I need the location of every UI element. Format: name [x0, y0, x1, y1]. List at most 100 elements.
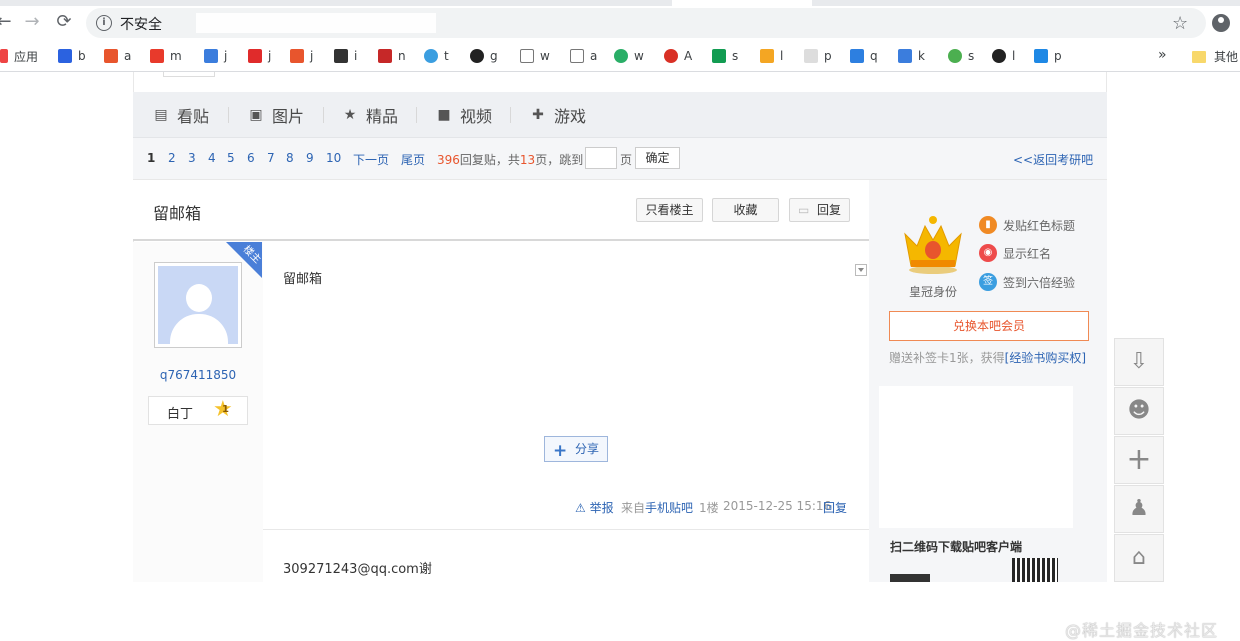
favorite-button[interactable]: 收藏	[712, 198, 779, 222]
bookmark-other-folder[interactable]: 其他	[1192, 48, 1238, 65]
next-page-link[interactable]: 下一页	[353, 151, 389, 168]
back-button[interactable]: ←	[0, 12, 14, 32]
post-source: 来自手机贴吧	[621, 501, 694, 515]
bookmark-item[interactable]: j	[204, 48, 227, 64]
page-link[interactable]: 6	[247, 151, 255, 165]
bookmark-item[interactable]: m	[150, 48, 182, 64]
bookmark-item[interactable]: j	[290, 48, 313, 64]
post-floor-1: q767411850 白丁 ★ 1 楼主 留邮箱 + 分享 ⚠ 举报 来自手机贴吧…	[133, 242, 869, 530]
bookmark-item[interactable]: s	[712, 48, 738, 64]
bookmark-item[interactable]: A	[664, 48, 692, 64]
p-icon	[804, 49, 818, 63]
user-icon[interactable]: ♟	[1114, 485, 1164, 533]
bookmark-item[interactable]: w	[614, 48, 644, 64]
bookmark-item[interactable]: i	[334, 48, 357, 64]
page-link[interactable]: 3	[188, 151, 196, 165]
page-jump-confirm-button[interactable]: 确定	[635, 147, 680, 169]
bookmark-item[interactable]: n	[378, 48, 406, 64]
bookmark-item[interactable]: l	[760, 48, 783, 64]
page-jump-input[interactable]	[585, 147, 617, 169]
qr-code-icon[interactable]	[1012, 558, 1058, 582]
page-content: ▤ 看贴 ▣ 图片 ★ 精品 ■ 视频 ✚ 游戏 1 2 3 4 5 6 7 8 9 10…	[0, 72, 1240, 640]
bookmark-item[interactable]: t	[424, 48, 449, 64]
info-icon[interactable]: i	[96, 15, 112, 31]
post-floor-2: 309271243@qq.com谢	[133, 530, 869, 582]
share-button[interactable]: + 分享	[544, 436, 608, 462]
bear-icon[interactable]: ☻	[1114, 387, 1164, 435]
bookmark-item[interactable]: w	[520, 48, 550, 64]
star-icon: ★	[343, 107, 357, 123]
ad-slot	[879, 386, 1073, 528]
perk-checkin: 签签到六倍经验	[979, 273, 1075, 291]
bookmarks-bar: 应用 b a m j j j i n t g w a w A s l p q k…	[0, 40, 1240, 72]
page-link[interactable]: 10	[326, 151, 341, 165]
page-1: 1	[147, 151, 156, 165]
bookmark-item[interactable]: k	[898, 48, 925, 64]
bookmark-item[interactable]: j	[248, 48, 271, 64]
forward-button[interactable]: →	[22, 12, 42, 32]
bookmark-item[interactable]: p	[804, 48, 832, 64]
only-op-button[interactable]: 只看楼主	[636, 198, 703, 222]
k-icon	[898, 49, 912, 63]
level-number: 1	[222, 404, 229, 415]
last-page-link[interactable]: 尾页	[401, 151, 425, 168]
pagination: 1 2 3 4 5 6 7 8 9 10 下一页 尾页 396回复贴，共13页，…	[133, 138, 1107, 180]
page-link[interactable]: 2	[168, 151, 176, 165]
gamepad-icon: ✚	[532, 107, 544, 123]
nav-divider	[323, 107, 324, 123]
qr-title: 扫二维码下载贴吧客户端	[890, 540, 1023, 554]
bookmark-apps[interactable]: 应用	[0, 48, 38, 64]
nav-divider	[416, 107, 417, 123]
address-bar[interactable]: i 不安全	[86, 8, 1206, 38]
user-level-badge[interactable]: 白丁 ★ 1	[148, 396, 248, 425]
profile-avatar-icon[interactable]	[1212, 14, 1230, 32]
bookmarks-more-button[interactable]: »	[1158, 47, 1167, 63]
page-link[interactable]: 5	[227, 151, 235, 165]
post-menu-dropdown-icon[interactable]	[855, 264, 867, 276]
post-time: 2015-12-25 15:16	[723, 499, 832, 513]
bookmark-item[interactable]: g	[470, 48, 498, 64]
bookmark-item[interactable]: p	[1034, 48, 1062, 64]
back-to-forum-link[interactable]: <<返回考研吧	[1013, 151, 1093, 168]
plus-icon[interactable]: +	[1114, 436, 1164, 484]
page-link[interactable]: 4	[208, 151, 216, 165]
exp-book-link[interactable]: [经验书购买权]	[1005, 351, 1086, 365]
redeem-membership-button[interactable]: 兑换本吧会员	[889, 311, 1089, 341]
page-link[interactable]: 9	[306, 151, 314, 165]
watermark: @稀土掘金技术社区	[1065, 621, 1219, 640]
right-sidebar: 皇冠身份 ▮ 发贴红色标题 ◉ 显示红名 签签到六倍经验 兑换本吧会员 赠送补签卡1…	[869, 180, 1107, 582]
nav-tab-images[interactable]: ▣ 图片	[248, 105, 304, 126]
folder-icon	[1192, 50, 1206, 63]
reply-button[interactable]: ▭ 回复	[789, 198, 850, 222]
bookmark-item[interactable]: l	[992, 48, 1015, 64]
author-column: q767411850 白丁 ★ 1	[133, 242, 263, 530]
q-icon	[850, 49, 864, 63]
floor-number: 1楼	[699, 501, 719, 515]
bookmark-item[interactable]: a	[104, 48, 131, 64]
thread-title: 留邮箱	[153, 204, 202, 223]
username-link[interactable]: q767411850	[133, 368, 263, 382]
bookmark-item[interactable]: q	[850, 48, 878, 64]
nav-divider	[510, 107, 511, 123]
bookmark-star-icon[interactable]: ☆	[1172, 13, 1188, 34]
level-name: 白丁	[167, 407, 194, 422]
a-icon	[104, 49, 118, 63]
qr-caption-redacted	[890, 574, 930, 582]
thread-header: 留邮箱 只看楼主 收藏 ▭ 回复	[133, 180, 869, 241]
download-icon[interactable]: ⇩	[1114, 338, 1164, 386]
reload-button[interactable]: ⟳	[54, 12, 74, 32]
lock-icon[interactable]: ⌂	[1114, 534, 1164, 582]
bookmark-item[interactable]: s	[948, 48, 974, 64]
nav-tab-games[interactable]: ✚ 游戏	[530, 105, 586, 126]
page-link[interactable]: 8	[286, 151, 294, 165]
camera-icon	[334, 49, 348, 63]
bookmark-item[interactable]: a	[570, 48, 597, 64]
report-link[interactable]: ⚠ 举报	[575, 499, 614, 516]
nav-tab-featured[interactable]: ★ 精品	[342, 105, 398, 126]
nav-tab-video[interactable]: ■ 视频	[436, 105, 492, 126]
page-link[interactable]: 7	[267, 151, 275, 165]
post-reply-link[interactable]: 回复	[823, 499, 847, 516]
bookmark-item[interactable]: b	[58, 48, 86, 64]
nav-tab-posts[interactable]: ▤ 看贴	[153, 105, 209, 126]
crown-label: 皇冠身份	[909, 285, 958, 299]
